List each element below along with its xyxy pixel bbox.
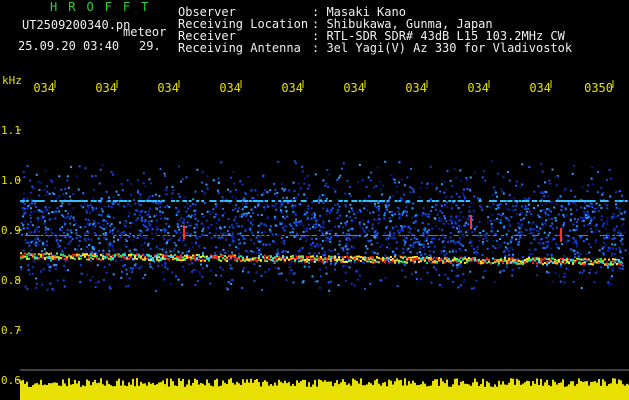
x-tick-label: 0350 [584, 81, 613, 95]
x-tick-label: 034 [157, 81, 179, 95]
x-tick-label: 034 [343, 81, 365, 95]
x-tick-label: 034 [219, 81, 241, 95]
noise-field [20, 160, 628, 292]
x-tick-label: 034 [95, 81, 117, 95]
x-tick-label: 034 [405, 81, 427, 95]
y-unit-label: kHz [2, 74, 22, 87]
x-tick-label: 034 [281, 81, 303, 95]
spectrogram: kHz1.11.00.90.80.70.6 034 034 034 034 034 034… [1, 74, 629, 400]
y-axis: kHz1.11.00.90.80.70.6 [1, 74, 629, 387]
x-tick-label: 034 [529, 81, 551, 95]
power-histogram [20, 378, 629, 400]
x-tick-label: 034 [33, 81, 55, 95]
x-tick-label: 034 [467, 81, 489, 95]
x-axis: 034 034 034 034 034 034 034 034 034 0350 [33, 80, 614, 95]
